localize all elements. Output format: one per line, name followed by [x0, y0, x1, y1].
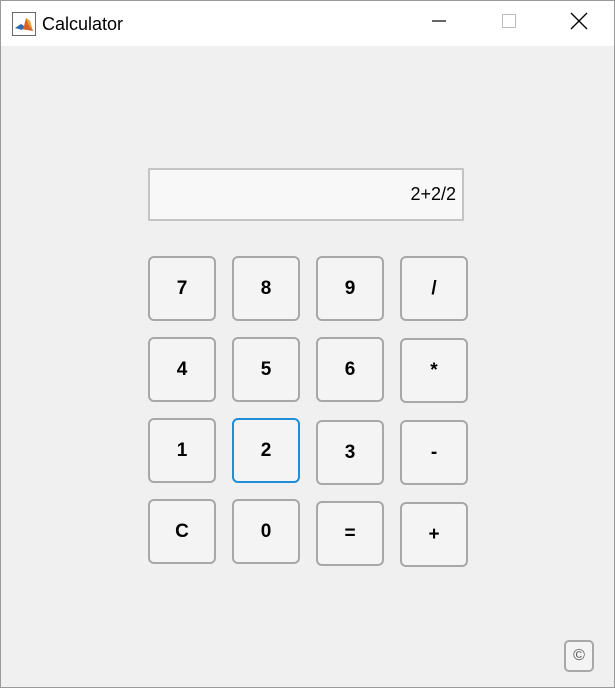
key-4[interactable]: 4: [148, 337, 216, 402]
key-1[interactable]: 1: [148, 418, 216, 483]
key-3[interactable]: 3: [316, 420, 384, 485]
display-field[interactable]: 2+2/2: [148, 168, 464, 221]
key-8[interactable]: 8: [232, 256, 300, 321]
key-label: 1: [176, 439, 188, 461]
copyright-button[interactable]: ©: [564, 640, 594, 672]
key-5[interactable]: 5: [232, 337, 300, 402]
key-label: 5: [260, 358, 272, 380]
key-0[interactable]: 0: [232, 499, 300, 564]
key-label: /: [431, 277, 437, 299]
key-multiply[interactable]: *: [400, 338, 468, 403]
key-equals[interactable]: =: [316, 501, 384, 566]
key-label: 8: [260, 277, 272, 299]
close-icon: [570, 12, 588, 35]
maximize-button[interactable]: [474, 1, 544, 46]
minimize-button[interactable]: [404, 1, 474, 46]
calculator-panel: 2+2/2 7 8 9 / 4 5 6 * 1 2 3 - C 0 = + ©: [1, 46, 614, 687]
matlab-logo-icon: [12, 12, 36, 36]
key-9[interactable]: 9: [316, 256, 384, 321]
key-label: 9: [344, 277, 356, 299]
minimize-icon: [431, 13, 447, 34]
copyright-icon: ©: [573, 647, 585, 664]
key-label: +: [428, 523, 440, 545]
key-label: -: [430, 441, 438, 463]
maximize-icon: [501, 13, 517, 34]
window-title: Calculator: [42, 14, 124, 34]
key-label: 0: [260, 520, 272, 542]
key-label: 2: [260, 439, 272, 461]
key-label: 7: [176, 277, 188, 299]
key-label: 4: [176, 358, 188, 380]
key-label: 3: [344, 441, 356, 463]
key-2[interactable]: 2: [232, 418, 300, 483]
key-add[interactable]: +: [400, 502, 468, 567]
key-6[interactable]: 6: [316, 337, 384, 402]
calculator-window: Calculator 2+2/2 7 8 9 / 4 5 6 * 1 2 3 -…: [0, 0, 615, 688]
key-subtract[interactable]: -: [400, 420, 468, 485]
title-bar[interactable]: Calculator: [1, 1, 614, 46]
key-label: *: [430, 359, 438, 381]
key-7[interactable]: 7: [148, 256, 216, 321]
key-divide[interactable]: /: [400, 256, 468, 321]
close-button[interactable]: [544, 1, 614, 46]
key-label: =: [344, 522, 356, 544]
display-value: 2+2/2: [410, 184, 456, 204]
key-clear[interactable]: C: [148, 499, 216, 564]
key-label: C: [175, 520, 189, 542]
key-label: 6: [344, 358, 356, 380]
